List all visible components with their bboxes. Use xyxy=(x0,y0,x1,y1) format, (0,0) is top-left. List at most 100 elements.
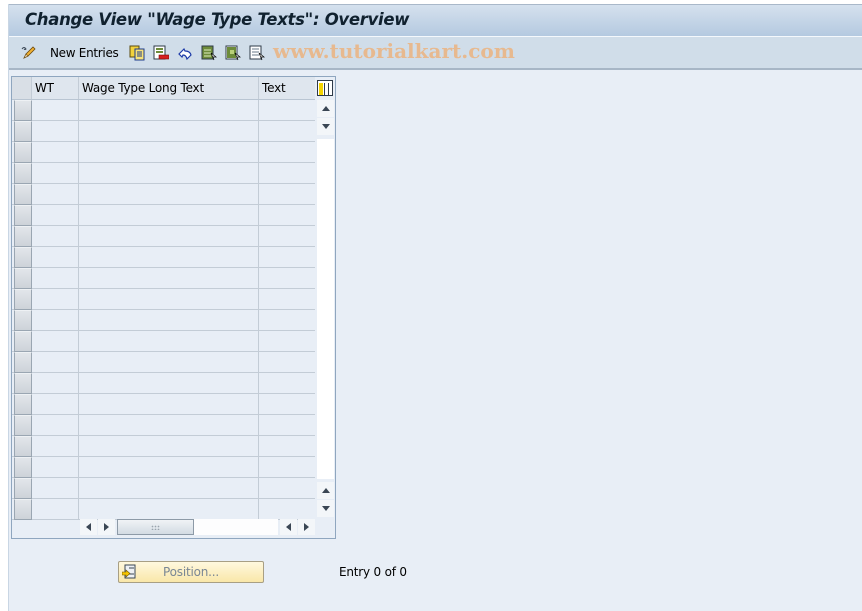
row-selector[interactable] xyxy=(14,415,32,436)
cell-text[interactable] xyxy=(259,310,315,331)
horizontal-scroll-thumb[interactable] xyxy=(117,519,194,535)
cell-long-text[interactable] xyxy=(79,121,259,142)
cell-text[interactable] xyxy=(259,163,315,184)
cell-long-text[interactable] xyxy=(79,100,259,121)
cell-long-text[interactable] xyxy=(79,142,259,163)
scroll-down-button[interactable] xyxy=(317,118,334,135)
cell-text[interactable] xyxy=(259,331,315,352)
row-selector[interactable] xyxy=(14,184,32,205)
cell-wt[interactable] xyxy=(32,373,79,394)
cell-wt[interactable] xyxy=(32,226,79,247)
row-selector[interactable] xyxy=(14,499,32,520)
cell-long-text[interactable] xyxy=(79,478,259,499)
cell-text[interactable] xyxy=(259,184,315,205)
column-scroll-left-button[interactable] xyxy=(280,519,297,535)
scroll-left-button[interactable] xyxy=(80,519,97,535)
horizontal-scroll-track[interactable] xyxy=(117,519,278,535)
cell-text[interactable] xyxy=(259,142,315,163)
cell-text[interactable] xyxy=(259,100,315,121)
row-selector[interactable] xyxy=(14,163,32,184)
row-selector[interactable] xyxy=(14,205,32,226)
cell-wt[interactable] xyxy=(32,310,79,331)
cell-wt[interactable] xyxy=(32,478,79,499)
cell-long-text[interactable] xyxy=(79,310,259,331)
row-selector[interactable] xyxy=(14,268,32,289)
row-selector[interactable] xyxy=(14,373,32,394)
cell-long-text[interactable] xyxy=(79,268,259,289)
cell-wt[interactable] xyxy=(32,499,79,520)
row-selector[interactable] xyxy=(14,331,32,352)
cell-long-text[interactable] xyxy=(79,436,259,457)
row-selector[interactable] xyxy=(14,226,32,247)
row-selector[interactable] xyxy=(14,247,32,268)
column-header-long-text[interactable]: Wage Type Long Text xyxy=(79,77,259,99)
select-all-rows-corner[interactable] xyxy=(12,77,32,99)
delete-button[interactable] xyxy=(153,43,170,63)
cell-wt[interactable] xyxy=(32,268,79,289)
cell-wt[interactable] xyxy=(32,100,79,121)
row-selector[interactable] xyxy=(14,352,32,373)
cell-text[interactable] xyxy=(259,373,315,394)
cell-text[interactable] xyxy=(259,478,315,499)
cell-wt[interactable] xyxy=(32,289,79,310)
cell-text[interactable] xyxy=(259,289,315,310)
cell-wt[interactable] xyxy=(32,331,79,352)
cell-wt[interactable] xyxy=(32,142,79,163)
cell-long-text[interactable] xyxy=(79,184,259,205)
cell-wt[interactable] xyxy=(32,457,79,478)
row-selector[interactable] xyxy=(14,142,32,163)
cell-text[interactable] xyxy=(259,499,315,520)
cell-text[interactable] xyxy=(259,415,315,436)
row-selector[interactable] xyxy=(14,121,32,142)
cell-long-text[interactable] xyxy=(79,226,259,247)
scroll-right-button[interactable] xyxy=(98,519,115,535)
cell-text[interactable] xyxy=(259,268,315,289)
deselect-all-button[interactable] xyxy=(249,43,265,63)
scroll-up-button[interactable] xyxy=(317,100,334,117)
cell-wt[interactable] xyxy=(32,121,79,142)
page-up-button[interactable] xyxy=(317,482,334,499)
row-selector[interactable] xyxy=(14,436,32,457)
cell-long-text[interactable] xyxy=(79,205,259,226)
cell-wt[interactable] xyxy=(32,163,79,184)
cell-long-text[interactable] xyxy=(79,394,259,415)
column-scroll-right-button[interactable] xyxy=(298,519,315,535)
cell-long-text[interactable] xyxy=(79,289,259,310)
select-all-button[interactable] xyxy=(201,43,217,63)
cell-wt[interactable] xyxy=(32,352,79,373)
cell-text[interactable] xyxy=(259,394,315,415)
cell-long-text[interactable] xyxy=(79,415,259,436)
new-entries-button[interactable]: New Entries xyxy=(50,43,119,63)
cell-text[interactable] xyxy=(259,226,315,247)
cell-wt[interactable] xyxy=(32,247,79,268)
select-block-button[interactable] xyxy=(225,43,241,63)
column-configuration-button[interactable] xyxy=(317,80,333,96)
cell-text[interactable] xyxy=(259,247,315,268)
cell-text[interactable] xyxy=(259,205,315,226)
row-selector[interactable] xyxy=(14,100,32,121)
cell-wt[interactable] xyxy=(32,415,79,436)
cell-long-text[interactable] xyxy=(79,331,259,352)
position-button[interactable]: Position... xyxy=(118,561,264,583)
cell-text[interactable] xyxy=(259,457,315,478)
cell-text[interactable] xyxy=(259,436,315,457)
cell-long-text[interactable] xyxy=(79,499,259,520)
cell-long-text[interactable] xyxy=(79,373,259,394)
cell-wt[interactable] xyxy=(32,205,79,226)
copy-as-button[interactable] xyxy=(129,43,145,63)
page-down-button[interactable] xyxy=(317,500,334,517)
cell-wt[interactable] xyxy=(32,184,79,205)
cell-long-text[interactable] xyxy=(79,352,259,373)
horizontal-scrollbar[interactable] xyxy=(80,519,315,535)
row-selector[interactable] xyxy=(14,289,32,310)
cell-text[interactable] xyxy=(259,352,315,373)
column-header-wt[interactable]: WT xyxy=(32,77,79,99)
row-selector[interactable] xyxy=(14,310,32,331)
vertical-scroll-track[interactable] xyxy=(317,139,334,479)
row-selector[interactable] xyxy=(14,457,32,478)
cell-wt[interactable] xyxy=(32,436,79,457)
row-selector[interactable] xyxy=(14,394,32,415)
column-header-text[interactable]: Text xyxy=(259,77,315,99)
display-change-button[interactable] xyxy=(21,43,37,63)
row-selector[interactable] xyxy=(14,478,32,499)
